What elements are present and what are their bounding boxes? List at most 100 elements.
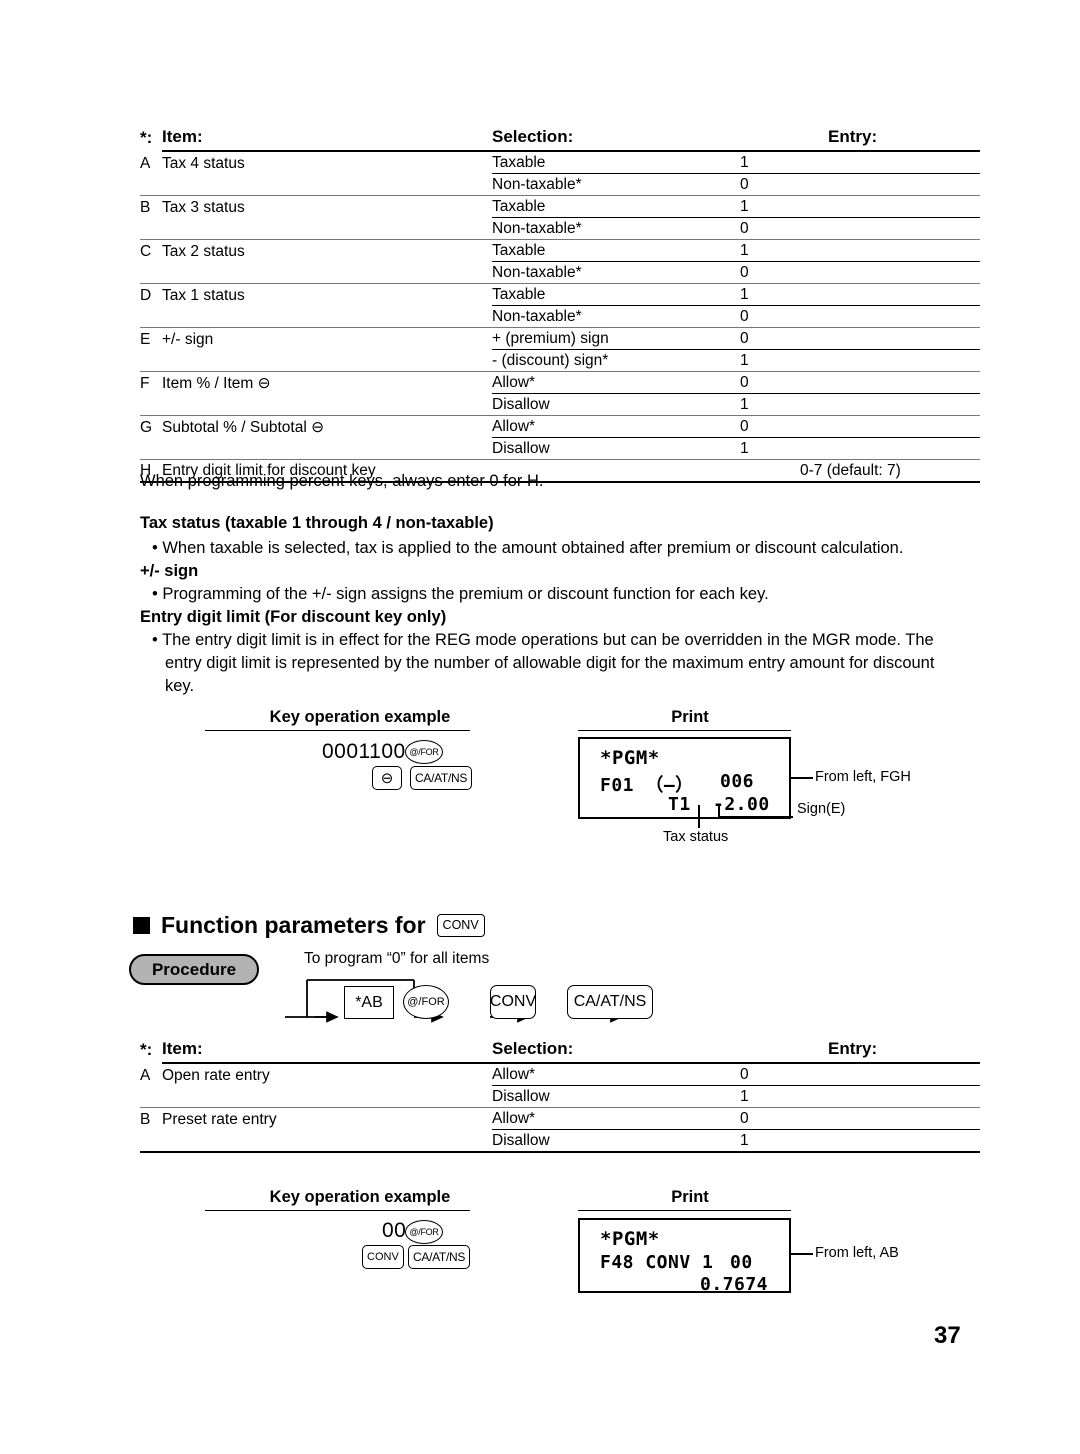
row-letter: A xyxy=(140,154,151,172)
row-item-name: Tax 1 status xyxy=(162,286,245,304)
key-caatns-2[interactable]: CA/AT/NS xyxy=(408,1245,471,1269)
flow-step-atfor[interactable]: @/FOR xyxy=(403,985,449,1019)
key-atfor-2[interactable]: @/FOR xyxy=(405,1220,443,1244)
caatns-key-label-2: CA/AT/NS xyxy=(408,1245,471,1269)
section-heading-text: Function parameters for xyxy=(161,912,426,938)
flow-step-caatns[interactable]: CA/AT/NS xyxy=(567,985,653,1019)
annotation-from-left-ab: From left, AB xyxy=(815,1245,899,1261)
row-selection: Non-taxable* xyxy=(492,261,740,284)
print-rule-2 xyxy=(578,1210,791,1211)
row-selection: - (discount) sign* xyxy=(492,349,740,372)
print-receipt-1: *PGM* F01 （—） 006 T1 -2.00 xyxy=(578,737,791,819)
atfor-key-label-1: @/FOR xyxy=(405,740,443,764)
row-selection: Non-taxable* xyxy=(492,173,740,196)
row-letter: E xyxy=(140,330,151,348)
table-row: B Tax 3 status Taxable 1 xyxy=(140,195,980,218)
note-bullet-entry-digit-limit-1: • The entry digit limit is in effect for… xyxy=(152,631,934,649)
row-letter: B xyxy=(140,198,151,216)
keyop-rule-1 xyxy=(205,730,470,731)
row-letter: B xyxy=(140,1110,151,1128)
annotation-tax-status: Tax status xyxy=(663,829,729,845)
atfor-key-label-2: @/FOR xyxy=(405,1220,443,1244)
minus-key-label-1: ⊖ xyxy=(372,766,402,790)
row-letter xyxy=(140,173,162,196)
row-entry: 0 xyxy=(740,327,980,350)
table-row: B Preset rate entry Allow* 0 xyxy=(140,1107,980,1130)
row-entry: 0 xyxy=(740,1063,980,1086)
row-entry: 1 xyxy=(740,195,980,218)
col-header-item: Item: xyxy=(162,126,492,152)
key-conv-2[interactable]: CONV xyxy=(362,1245,404,1269)
col2-header-selection: Selection: xyxy=(492,1038,740,1064)
section-heading-conv-key[interactable]: CONV xyxy=(436,914,485,937)
table-row: Non-taxable* 0 xyxy=(140,173,980,196)
row-letter: F xyxy=(140,374,150,392)
table-row: A Tax 4 status Taxable 1 xyxy=(140,151,980,174)
receipt2-line3-right: 0.7674 xyxy=(700,1274,769,1295)
print-title-1: Print xyxy=(671,708,709,726)
print-receipt-2: *PGM* F48 CONV 1 00 0.7674 xyxy=(578,1218,791,1295)
row-item-name xyxy=(162,349,492,372)
row-item-name xyxy=(162,173,492,196)
row-letter xyxy=(140,1085,162,1108)
receipt2-line2-right: 00 xyxy=(730,1252,753,1273)
col2-header-entry: Entry: xyxy=(740,1038,980,1064)
row-letter xyxy=(140,349,162,372)
receipt1-line1: *PGM* xyxy=(600,747,660,769)
table-row: Non-taxable* 0 xyxy=(140,261,980,284)
function-parameters-table-1: *: Item: Selection: Entry: A Tax 4 status… xyxy=(140,126,980,483)
row-item-name: Tax 4 status xyxy=(162,154,245,172)
row-selection: Taxable xyxy=(492,195,740,218)
row-item-name: Tax 3 status xyxy=(162,198,245,216)
row-item-name xyxy=(162,261,492,284)
row-letter xyxy=(140,217,162,240)
row-item-name: +/- sign xyxy=(162,330,214,348)
function-parameters-table-2: *: Item: Selection: Entry: A Open rate en… xyxy=(140,1038,980,1153)
keyop-title-2: Key operation example xyxy=(269,1188,451,1206)
flow-step-ab[interactable]: *AB xyxy=(344,986,394,1019)
note-bullet-sign: • Programming of the +/- sign assigns th… xyxy=(152,585,769,603)
square-bullet-icon xyxy=(133,917,150,934)
col2-header-star: *: xyxy=(140,1040,153,1059)
row-entry: 1 xyxy=(740,1085,980,1108)
receipt1-line3-right: -2.00 xyxy=(713,794,770,815)
row-letter: G xyxy=(140,418,153,436)
row-item-name: Open rate entry xyxy=(162,1066,270,1084)
table-row: - (discount) sign* 1 xyxy=(140,349,980,372)
row-letter: C xyxy=(140,242,152,260)
row-selection: Non-taxable* xyxy=(492,217,740,240)
annotation-sign-e: Sign(E) xyxy=(797,801,846,817)
row-item-name xyxy=(162,1129,492,1153)
print-title-2: Print xyxy=(671,1188,709,1206)
col-header-selection: Selection: xyxy=(492,126,740,152)
note-bullet-entry-digit-limit-3: key. xyxy=(165,677,195,695)
note-heading-tax-status: Tax status (taxable 1 through 4 / non-ta… xyxy=(140,514,494,532)
row-item-name: Subtotal % / Subtotal ⊖ xyxy=(162,418,325,436)
row-letter: A xyxy=(140,1066,151,1084)
note-bullet-entry-digit-limit-2: entry digit limit is represented by the … xyxy=(165,654,935,672)
row-letter xyxy=(140,393,162,416)
row-letter: D xyxy=(140,286,152,304)
flow-step-conv[interactable]: CONV xyxy=(490,985,536,1019)
row-selection: Allow* xyxy=(492,1107,740,1130)
table-header-row: *: Item: Selection: Entry: xyxy=(140,126,980,152)
row-entry: 0 xyxy=(740,1107,980,1130)
table2-header-row: *: Item: Selection: Entry: xyxy=(140,1038,980,1064)
row-item-name: Tax 2 status xyxy=(162,242,245,260)
note-heading-entry-digit-limit: Entry digit limit (For discount key only… xyxy=(140,608,447,626)
table-row: Disallow 1 xyxy=(140,437,980,460)
row-letter xyxy=(140,261,162,284)
key-caatns-1[interactable]: CA/AT/NS xyxy=(410,766,473,790)
key-atfor-1[interactable]: @/FOR xyxy=(405,740,443,764)
row-entry: 1 xyxy=(740,393,980,416)
keyop-title-1: Key operation example xyxy=(269,708,451,726)
table-row: Disallow 1 xyxy=(140,1129,980,1153)
row-selection: + (premium) sign xyxy=(492,327,740,350)
row-entry: 1 xyxy=(740,1129,980,1153)
row-item-name: Preset rate entry xyxy=(162,1110,277,1128)
table-row: A Open rate entry Allow* 0 xyxy=(140,1063,980,1086)
caatns-key-label-1: CA/AT/NS xyxy=(410,766,473,790)
row-selection: Disallow xyxy=(492,393,740,416)
row-item-name xyxy=(162,217,492,240)
key-minus-1[interactable]: ⊖ xyxy=(372,766,402,790)
